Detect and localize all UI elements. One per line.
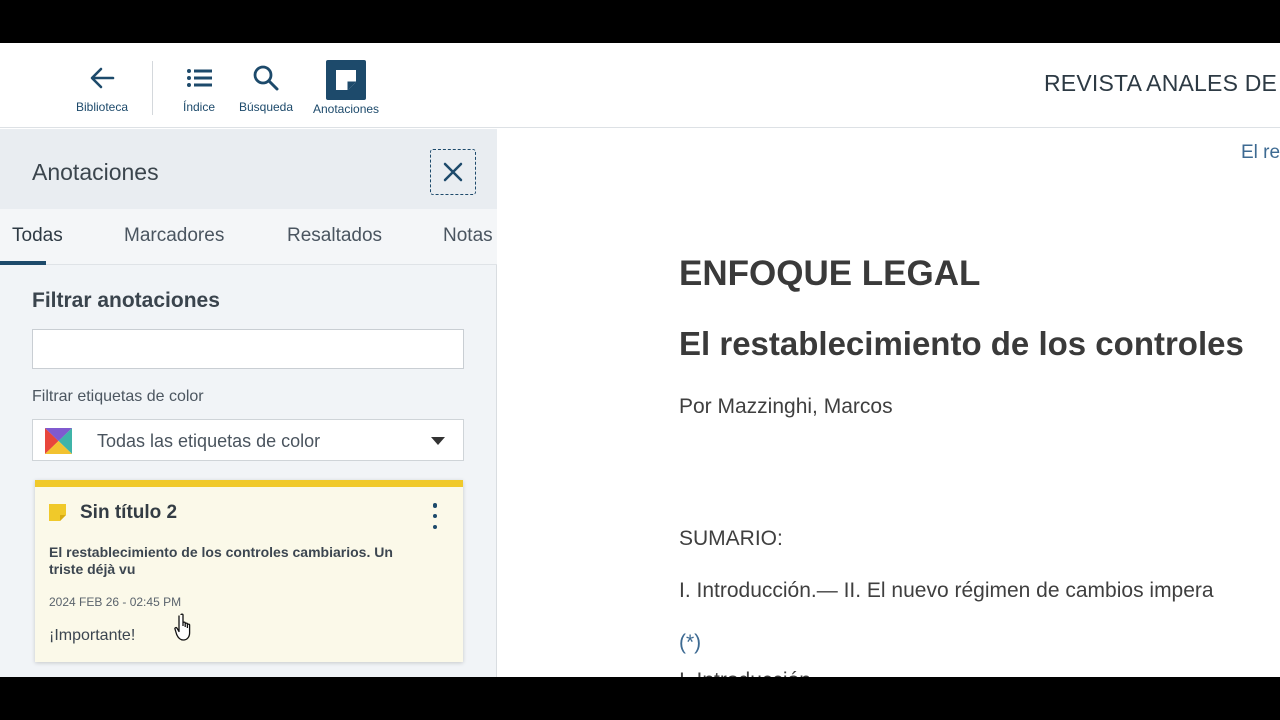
tab-highlights[interactable]: Resaltados: [287, 225, 382, 247]
document-top-link[interactable]: El re: [1241, 142, 1280, 164]
library-button[interactable]: Biblioteca: [76, 58, 128, 114]
document-sumario-label: SUMARIO:: [679, 527, 783, 550]
color-tags-icon: [45, 428, 72, 454]
index-button[interactable]: Índice: [182, 58, 216, 114]
arrow-left-icon: [85, 58, 119, 98]
note-reference: El restablecimiento de los controles cam…: [49, 544, 393, 577]
document-title: REVISTA ANALES DE L: [1044, 70, 1280, 96]
annotations-panel: Anotaciones Todas Marcadores Resaltados …: [0, 129, 497, 677]
document-section: ENFOQUE LEGAL: [679, 254, 981, 293]
search-label: Búsqueda: [238, 100, 294, 114]
top-toolbar: Biblioteca Índice Búsqueda Anotaciones R…: [0, 43, 1280, 128]
panel-title: Anotaciones: [32, 159, 159, 185]
document-heading: El restablecimiento de los controles: [679, 325, 1244, 362]
filter-annotations-label: Filtrar anotaciones: [32, 289, 220, 312]
search-icon: [237, 58, 295, 98]
close-icon: [443, 162, 463, 182]
search-button[interactable]: Búsqueda: [237, 58, 295, 114]
sticky-note-icon: [326, 60, 367, 100]
color-filter-label: Filtrar etiquetas de color: [32, 388, 204, 405]
annotation-tabs: Todas Marcadores Resaltados Notas: [0, 209, 497, 265]
tab-bookmarks[interactable]: Marcadores: [124, 225, 224, 247]
library-label: Biblioteca: [76, 100, 129, 114]
note-title: Sin título 2: [80, 502, 178, 523]
footnote-reference[interactable]: (*): [679, 631, 701, 655]
annotations-button[interactable]: Anotaciones: [313, 60, 379, 116]
note-text: ¡Importante!: [49, 627, 136, 644]
caret-down-icon: [431, 437, 445, 445]
color-filter-value: Todas las etiquetas de color: [97, 431, 321, 451]
document-sumario-line: I. Introducción.— II. El nuevo régimen d…: [679, 579, 1214, 602]
note-color-icon: [48, 503, 67, 522]
active-tab-indicator: [0, 261, 46, 265]
toolbar-divider: [152, 61, 153, 115]
document-author: Por Mazzinghi, Marcos: [679, 395, 893, 418]
more-options-icon[interactable]: [429, 503, 441, 529]
app-screen: Biblioteca Índice Búsqueda Anotaciones R…: [0, 43, 1280, 677]
note-date: 2024 FEB 26 - 02:45 PM: [49, 595, 182, 609]
color-filter-dropdown[interactable]: Todas las etiquetas de color: [32, 419, 464, 461]
tab-all[interactable]: Todas: [12, 225, 63, 247]
list-icon: [182, 58, 216, 98]
annotations-label: Anotaciones: [313, 102, 380, 116]
annotation-card[interactable]: Sin título 2 El restablecimiento de los …: [35, 480, 463, 662]
index-label: Índice: [182, 100, 216, 114]
tab-notes[interactable]: Notas: [443, 225, 493, 247]
document-viewer: El re ENFOQUE LEGAL El restablecimiento …: [498, 129, 1280, 677]
filter-annotations-input[interactable]: [32, 329, 464, 369]
close-panel-button[interactable]: [430, 149, 476, 195]
document-next-line: I. Introducción: [679, 669, 811, 677]
panel-header: Anotaciones: [0, 129, 497, 209]
